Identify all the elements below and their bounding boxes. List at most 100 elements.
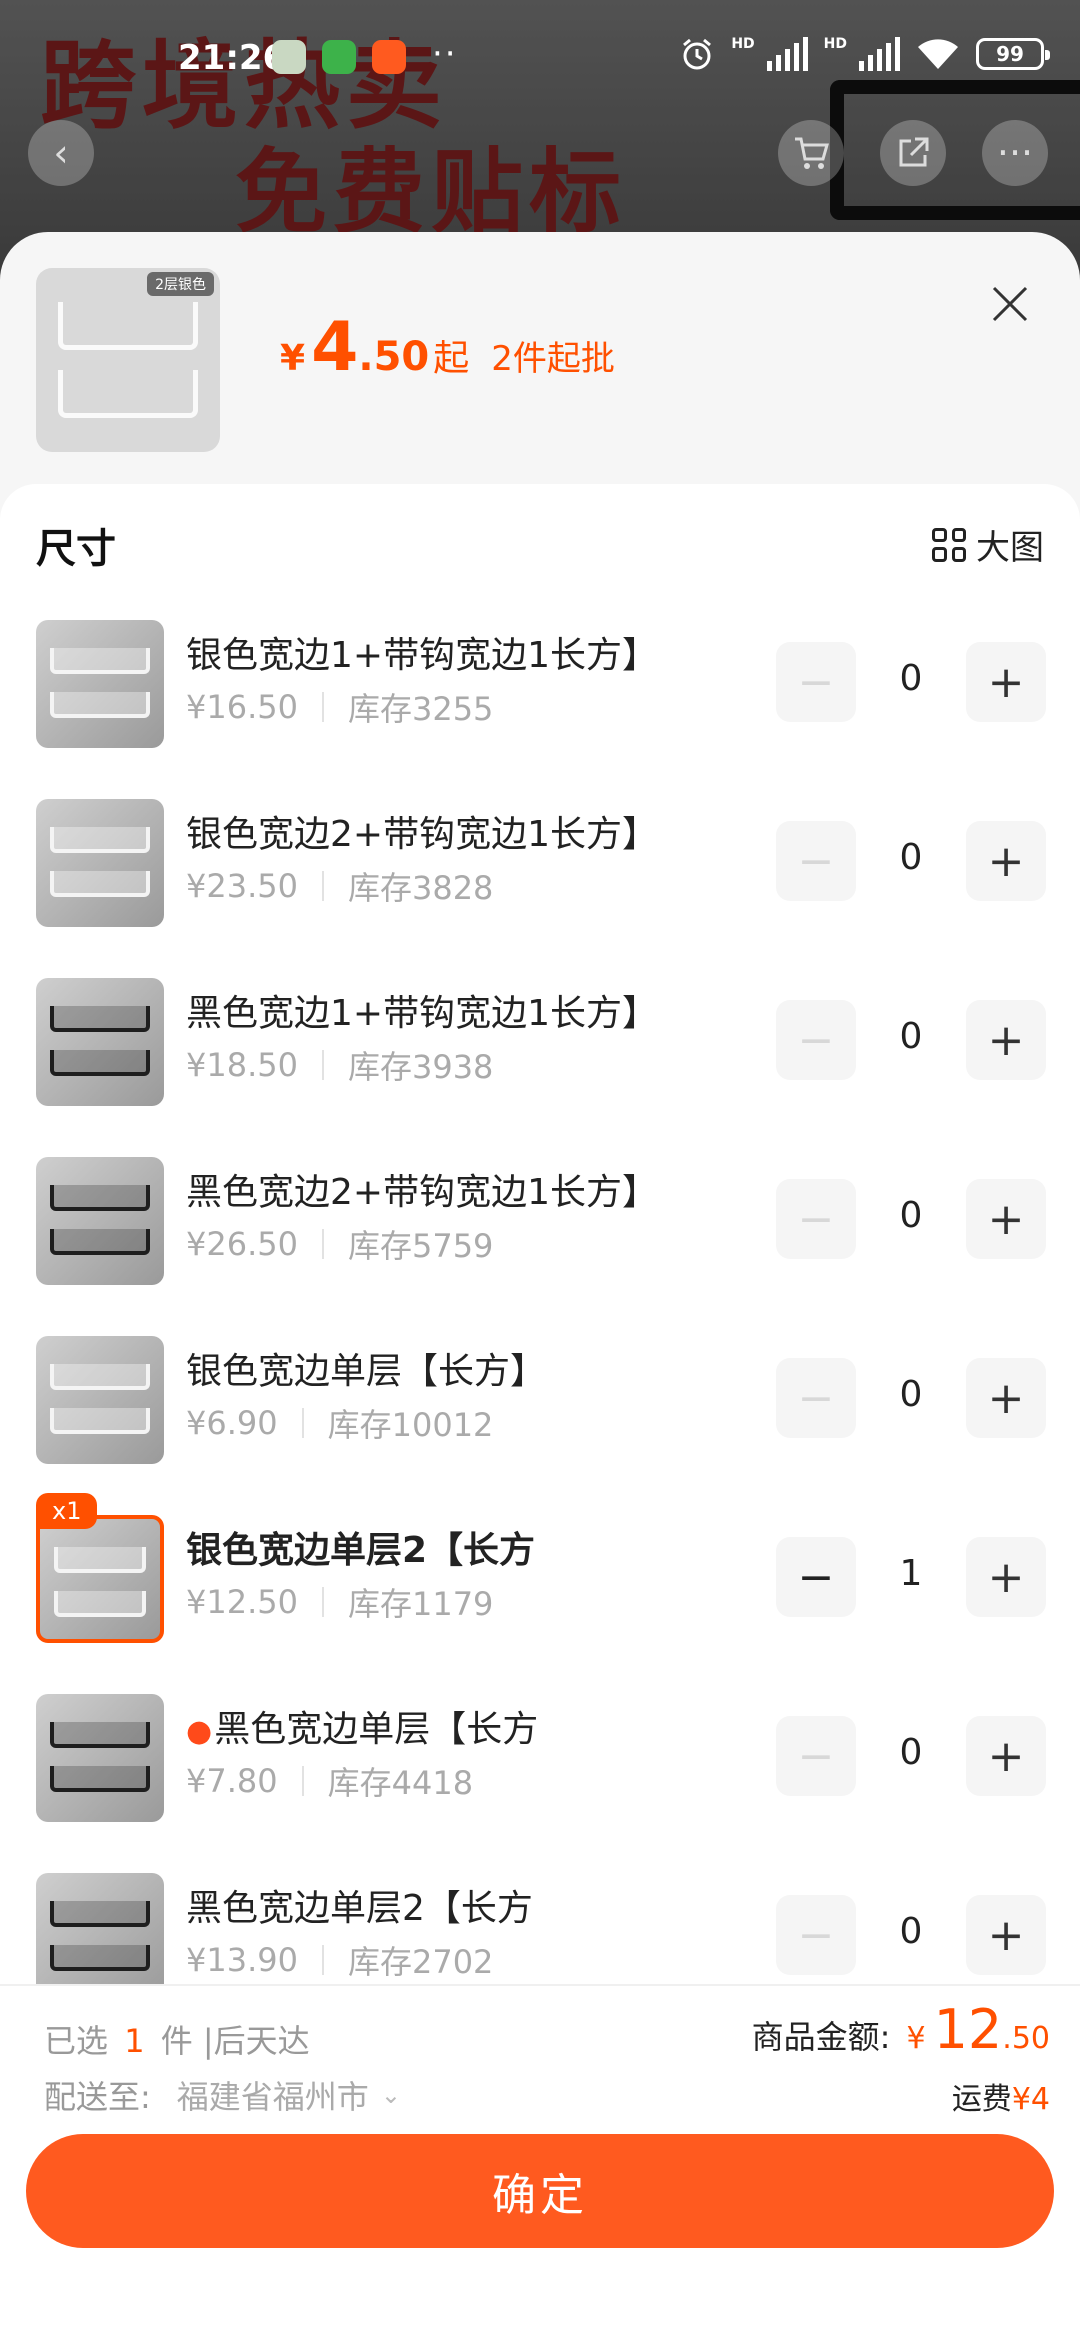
- quantity-value[interactable]: 0: [856, 1911, 966, 1952]
- meta-divider: [301, 1766, 304, 1796]
- decrease-button[interactable]: −: [776, 1537, 856, 1617]
- decrease-button[interactable]: −: [776, 1895, 856, 1975]
- shelf-graphic: [50, 1229, 150, 1255]
- sku-price: ¥26.50: [186, 1225, 298, 1263]
- price-display: ¥ 4 .50 起 2件起批: [280, 308, 615, 387]
- price-integer: 4: [311, 308, 359, 387]
- sheet-header: 2层银色 ¥ 4 .50 起 2件起批: [0, 232, 1080, 482]
- sku-name-text: 银色宽边2+带钩宽边1长方】: [186, 814, 658, 855]
- selected-summary: 已选 1 件 |后天达: [44, 2016, 310, 2062]
- signal-1-icon: [766, 37, 808, 71]
- shelf-graphic: [50, 1364, 150, 1390]
- sku-row: 银色宽边2+带钩宽边1长方】 ¥23.50 库存3828 −0 +: [0, 799, 1080, 978]
- quantity-value[interactable]: 1: [856, 1553, 966, 1594]
- shelf-graphic: [50, 827, 150, 853]
- selected-prefix: 已选: [44, 2022, 109, 2060]
- decrease-button[interactable]: −: [776, 1358, 856, 1438]
- sku-thumbnail[interactable]: [36, 620, 164, 748]
- fee-label: 运费: [951, 2082, 1012, 2117]
- sku-meta: ¥23.50 库存3828: [186, 863, 493, 909]
- sku-name: ●黑色宽边单层【长方: [186, 1700, 538, 1752]
- increase-button[interactable]: +: [966, 1000, 1046, 1080]
- back-button[interactable]: ‹: [28, 120, 94, 186]
- shelf-top-graphic: [58, 302, 198, 350]
- battery-level: 99: [996, 42, 1024, 66]
- sku-thumbnail[interactable]: [36, 1157, 164, 1285]
- sku-meta: ¥26.50 库存5759: [186, 1221, 493, 1267]
- share-icon: [899, 137, 929, 167]
- signal-2-icon: [859, 37, 900, 71]
- shelf-graphic: [50, 1185, 150, 1211]
- confirm-button[interactable]: 确定: [26, 2134, 1054, 2248]
- sku-thumbnail[interactable]: [36, 978, 164, 1106]
- sku-thumbnail[interactable]: [36, 799, 164, 927]
- quantity-value[interactable]: 0: [856, 1016, 966, 1057]
- more-button[interactable]: ···: [982, 120, 1048, 186]
- sku-stock: 库存5759: [347, 1227, 494, 1265]
- sku-meta: ¥7.80 库存4418: [186, 1758, 473, 1804]
- increase-button[interactable]: +: [966, 1537, 1046, 1617]
- sku-thumbnail[interactable]: [36, 1873, 164, 2001]
- sku-meta: ¥12.50 库存1179: [186, 1579, 493, 1625]
- decrease-button[interactable]: −: [776, 1000, 856, 1080]
- sku-name: 黑色宽边1+带钩宽边1长方】: [186, 984, 658, 1036]
- meta-divider: [321, 871, 324, 901]
- sku-stock: 库存3255: [347, 690, 494, 728]
- shipping-fee: 运费¥4: [952, 2074, 1050, 2118]
- price-currency: ¥: [280, 338, 306, 379]
- status-bar: 21:26 ·· HD HD 99: [0, 0, 1080, 120]
- wechat-notification-icon: [322, 40, 356, 74]
- decrease-button[interactable]: −: [776, 821, 856, 901]
- sku-name: 黑色宽边2+带钩宽边1长方】: [186, 1163, 658, 1215]
- quantity-value[interactable]: 0: [856, 1195, 966, 1236]
- sku-row: x1 银色宽边单层2【长方 ¥12.50 库存1179 −1 +: [0, 1493, 1080, 1694]
- amount-currency: ¥: [906, 2021, 926, 2056]
- meta-divider: [321, 1050, 324, 1080]
- shelf-graphic: [50, 1006, 150, 1032]
- increase-button[interactable]: +: [966, 1895, 1046, 1975]
- big-image-toggle[interactable]: 大图: [932, 520, 1044, 569]
- sku-meta: ¥16.50 库存3255: [186, 684, 493, 730]
- share-button[interactable]: [880, 120, 946, 186]
- sku-price: ¥23.50: [186, 867, 298, 905]
- decrease-button[interactable]: −: [776, 642, 856, 722]
- shelf-graphic: [50, 1945, 150, 1971]
- close-icon[interactable]: [986, 280, 1034, 328]
- main-product-image[interactable]: 2层银色: [36, 268, 220, 452]
- quantity-stepper: −0 +: [776, 1358, 1046, 1438]
- cart-button[interactable]: [778, 120, 844, 186]
- sku-name: 黑色宽边单层2【长方: [186, 1879, 533, 1931]
- quantity-value[interactable]: 0: [856, 837, 966, 878]
- price-suffix: 起: [433, 338, 470, 379]
- sku-name: 银色宽边1+带钩宽边1长方】: [186, 626, 658, 678]
- increase-button[interactable]: +: [966, 1716, 1046, 1796]
- goods-amount: 商品金额: ¥ 12 .50: [752, 1998, 1050, 2061]
- sku-row: ●黑色宽边单层【长方 ¥7.80 库存4418 −0 +: [0, 1694, 1080, 1873]
- size-section-title: 尺寸: [36, 526, 116, 572]
- quantity-stepper: −0 +: [776, 1716, 1046, 1796]
- quantity-value[interactable]: 0: [856, 658, 966, 699]
- decrease-button[interactable]: −: [776, 1716, 856, 1796]
- sku-meta: ¥6.90 库存10012: [186, 1400, 493, 1446]
- shelf-graphic: [50, 692, 150, 718]
- sku-thumbnail[interactable]: [36, 1336, 164, 1464]
- size-panel: 尺寸 大图 银色宽边1+带钩宽边1长方】 ¥16.50 库存3255−0 + 银色宽边2…: [0, 484, 1080, 2224]
- sku-stock: 库存4418: [327, 1764, 474, 1802]
- quantity-value[interactable]: 0: [856, 1374, 966, 1415]
- increase-button[interactable]: +: [966, 642, 1046, 722]
- meta-divider: [321, 692, 324, 722]
- meta-divider: [321, 1587, 324, 1617]
- decrease-button[interactable]: −: [776, 1179, 856, 1259]
- increase-button[interactable]: +: [966, 1179, 1046, 1259]
- sku-thumbnail[interactable]: [36, 1515, 164, 1643]
- amount-integer: 12: [933, 1998, 1003, 2061]
- increase-button[interactable]: +: [966, 821, 1046, 901]
- shelf-graphic: [50, 1722, 150, 1748]
- shelf-graphic: [50, 1766, 150, 1792]
- shipping-destination[interactable]: 配送至: 福建省福州市 ⌄: [44, 2072, 401, 2118]
- quantity-stepper: −0 +: [776, 1895, 1046, 1975]
- sku-thumbnail[interactable]: [36, 1694, 164, 1822]
- quantity-value[interactable]: 0: [856, 1732, 966, 1773]
- amount-label: 商品金额:: [751, 2018, 891, 2056]
- increase-button[interactable]: +: [966, 1358, 1046, 1438]
